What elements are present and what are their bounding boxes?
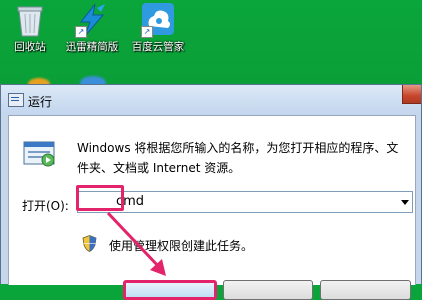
- dialog-description: Windows 将根据您所输入的名称，为您打开相应的程序、文件夹、文档或 Int…: [77, 141, 399, 175]
- run-program-icon: [22, 136, 56, 170]
- ok-button[interactable]: [123, 280, 217, 300]
- desktop-icon-thunder[interactable]: ↗ 迅雷精简版: [62, 2, 122, 54]
- input-highlight-box: [76, 185, 124, 211]
- desktop-icon-label: 迅雷精简版: [65, 41, 119, 53]
- thunder-icon: ↗: [75, 2, 109, 38]
- shield-icon: [82, 235, 97, 252]
- desktop-icon-label: 百度云管家: [131, 41, 185, 53]
- admin-privilege-note: 使用管理权限创建此任务。: [109, 239, 254, 253]
- dropdown-arrow-icon[interactable]: [401, 200, 409, 205]
- cancel-button[interactable]: [223, 280, 313, 300]
- run-command-input[interactable]: cmd: [77, 191, 413, 213]
- shortcut-arrow-icon: ↗: [141, 26, 153, 38]
- close-button[interactable]: [402, 85, 421, 104]
- browse-button[interactable]: [320, 280, 411, 300]
- run-dialog: 运行 Windows 将根据您所输入的名称，为您打开相应的程序、文件夹、文档或 …: [0, 84, 422, 300]
- baidu-cloud-icon: ↗: [141, 2, 175, 38]
- open-label: 打开(O):: [22, 199, 69, 213]
- dialog-titlebar[interactable]: 运行: [1, 85, 421, 115]
- desktop-icon-baidu-cloud[interactable]: ↗ 百度云管家: [128, 2, 188, 54]
- dialog-title: 运行: [28, 95, 53, 109]
- shortcut-arrow-icon: ↗: [75, 26, 87, 38]
- desktop-icon-label: 回收站: [14, 41, 46, 53]
- recycle-bin-icon: [13, 2, 47, 38]
- desktop-icon-recycle-bin[interactable]: 回收站: [0, 2, 60, 54]
- dialog-content: Windows 将根据您所输入的名称，为您打开相应的程序、文件夹、文档或 Int…: [8, 115, 416, 285]
- run-window-icon: [8, 93, 24, 107]
